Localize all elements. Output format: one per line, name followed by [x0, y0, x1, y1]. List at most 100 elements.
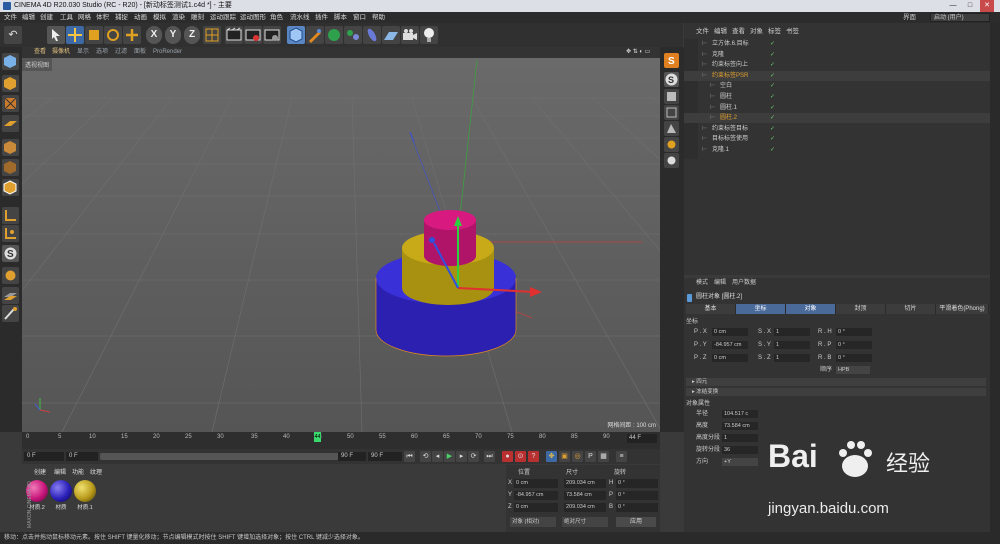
object-row[interactable]: ⊢ 目标标签使用 ✓ — [684, 134, 990, 144]
scale-icon[interactable] — [85, 26, 103, 44]
coord-rot-b[interactable]: 0 ° — [616, 503, 658, 512]
play-icon[interactable]: ▶ — [444, 451, 455, 462]
mat-tab-texture[interactable]: 纹理 — [90, 467, 102, 476]
snap-toggle-icon[interactable]: S — [664, 53, 679, 68]
prop-radius-field[interactable]: 104.517 c — [722, 410, 758, 418]
record-icon[interactable]: ● — [502, 451, 513, 462]
prev-frame-icon[interactable]: ◂ — [432, 451, 443, 462]
menu-motion-tracking[interactable]: 运动跟踪 — [210, 12, 236, 23]
am-tab-edit[interactable]: 编辑 — [714, 279, 726, 288]
material-swatch-1[interactable] — [74, 480, 96, 502]
minimize-button[interactable]: — — [946, 0, 960, 12]
subdivision-icon[interactable] — [325, 26, 343, 44]
object-row-tree-icon[interactable]: ⊢ — [702, 145, 707, 155]
grid-snap-icon[interactable] — [2, 287, 19, 304]
undo-icon[interactable]: ↶ — [4, 26, 22, 44]
menu-pipeline[interactable]: 流水线 — [290, 12, 310, 23]
menu-plugins[interactable]: 插件 — [315, 12, 328, 23]
coord-pos-z[interactable]: 0 cm — [514, 503, 558, 512]
viewport-menu-options[interactable]: 选项 — [96, 47, 108, 58]
render-view-icon[interactable] — [225, 26, 243, 44]
start-frame-field[interactable]: 0 F — [24, 452, 64, 461]
floor-icon[interactable] — [382, 26, 400, 44]
key-selection-icon[interactable]: ? — [528, 451, 539, 462]
visibility-check-icon[interactable]: ✓ — [770, 124, 775, 134]
object-row[interactable]: ⊢ 约束标签PSR ✓ — [684, 70, 990, 81]
layout-dropdown[interactable]: 启动 (用户) — [930, 13, 990, 22]
coord-size-y[interactable]: 73.584 cm — [564, 491, 606, 500]
pen-icon[interactable] — [306, 26, 324, 44]
object-row[interactable]: ⊢ 克隆 ✓ — [684, 50, 990, 60]
preview-range-slider[interactable] — [100, 453, 350, 460]
am-tab-userdata[interactable]: 用户数据 — [732, 279, 756, 288]
z-axis-icon[interactable]: Z — [184, 26, 200, 44]
visibility-check-icon[interactable]: ✓ — [770, 103, 775, 113]
prop-orientation-dropdown[interactable]: +Y — [722, 458, 758, 466]
object-row[interactable]: ⊢ 圆柱.2 ✓ — [684, 113, 990, 124]
object-row-tree-icon[interactable]: ⊢ — [702, 60, 707, 70]
viewport-menu-view[interactable]: 查看 — [34, 47, 46, 58]
workplane-icon[interactable] — [2, 115, 19, 132]
camera-icon[interactable] — [401, 26, 419, 44]
snap-points-icon[interactable] — [664, 89, 679, 104]
menu-character[interactable]: 角色 — [270, 12, 283, 23]
visibility-check-icon[interactable]: ✓ — [770, 92, 775, 102]
coord-rot-p[interactable]: 0 ° — [616, 491, 658, 500]
visibility-check-icon[interactable]: ✓ — [770, 113, 775, 123]
coord-pos-x[interactable]: 0 cm — [514, 479, 558, 488]
end-frame-field[interactable]: 90 F — [368, 452, 402, 461]
om-tab-edit[interactable]: 编辑 — [714, 25, 727, 35]
object-row-tree-icon[interactable]: ⊢ — [710, 103, 715, 113]
om-tab-bookmarks[interactable]: 书签 — [786, 25, 799, 35]
menu-window[interactable]: 窗口 — [353, 12, 366, 23]
edges-mode-icon[interactable] — [2, 159, 19, 176]
material-swatch-0[interactable] — [50, 480, 72, 502]
mat-tab-function[interactable]: 功能 — [72, 467, 84, 476]
x-axis-icon[interactable]: X — [146, 26, 162, 44]
goto-end-icon[interactable]: ⏭ — [484, 451, 495, 462]
object-row[interactable]: ⊢ 克隆.1 ✓ — [684, 145, 990, 155]
visibility-check-icon[interactable]: ✓ — [770, 134, 775, 144]
am-tab-mode[interactable]: 模式 — [696, 279, 708, 288]
menu-create[interactable]: 创建 — [40, 12, 53, 23]
attr-sy-field[interactable]: 1 — [774, 341, 810, 349]
menu-script[interactable]: 脚本 — [334, 12, 347, 23]
menu-animate[interactable]: 动画 — [134, 12, 147, 23]
object-row-tree-icon[interactable]: ⊢ — [710, 81, 715, 91]
object-row-tree-icon[interactable]: ⊢ — [702, 50, 707, 60]
render-to-picture-viewer-icon[interactable] — [244, 26, 262, 44]
snap-edges-icon[interactable] — [664, 105, 679, 120]
viewport-menu-panel[interactable]: 面板 — [134, 47, 146, 58]
prop-rotation-segments-field[interactable]: 36 — [722, 446, 758, 454]
make-editable-icon[interactable] — [2, 53, 19, 70]
freeze-transform-section[interactable]: ▸ 冻结变换 — [686, 388, 986, 396]
coord-pos-y[interactable]: -84.957 cm — [514, 491, 558, 500]
snap-mode-icon[interactable]: S — [664, 72, 679, 87]
timeline-ruler[interactable]: 0 5 10 15 20 25 30 35 40 45 50 55 60 65 … — [22, 432, 660, 449]
select-live-icon[interactable] — [47, 26, 65, 44]
object-row[interactable]: ⊢ 圆柱 ✓ — [684, 92, 990, 102]
next-frame-icon[interactable]: ▸ — [456, 451, 467, 462]
key-param-icon[interactable]: P — [585, 451, 596, 462]
visibility-check-icon[interactable]: ✓ — [770, 71, 775, 81]
viewport-nav-icons[interactable]: ✥ ⇅ ◐ ▭ — [626, 47, 650, 58]
menu-volume[interactable]: 体积 — [96, 12, 109, 23]
key-position-icon[interactable]: ✥ — [546, 451, 557, 462]
object-row-tree-icon[interactable]: ⊢ — [702, 124, 707, 134]
key-pla-icon[interactable]: ▦ — [598, 451, 609, 462]
texture-mode-icon[interactable] — [2, 95, 19, 112]
move-icon[interactable] — [66, 26, 84, 44]
render-settings-icon[interactable] — [263, 26, 281, 44]
attr-rp-field[interactable]: 0 ° — [836, 341, 872, 349]
rotate-icon[interactable] — [104, 26, 122, 44]
coordinate-system-icon[interactable] — [203, 26, 221, 44]
cube-icon[interactable] — [287, 26, 305, 44]
y-axis-icon[interactable]: Y — [165, 26, 181, 44]
om-tab-file[interactable]: 文件 — [696, 25, 709, 35]
visibility-check-icon[interactable]: ✓ — [770, 39, 775, 49]
coord-rot-h[interactable]: 0 ° — [616, 479, 658, 488]
snap-polygons-icon[interactable] — [664, 121, 679, 136]
am-subtab-slice[interactable]: 切片 — [886, 304, 936, 314]
viewport-menu-camera[interactable]: 摄像机 — [52, 47, 70, 58]
coord-size-x[interactable]: 209.034 cm — [564, 479, 606, 488]
